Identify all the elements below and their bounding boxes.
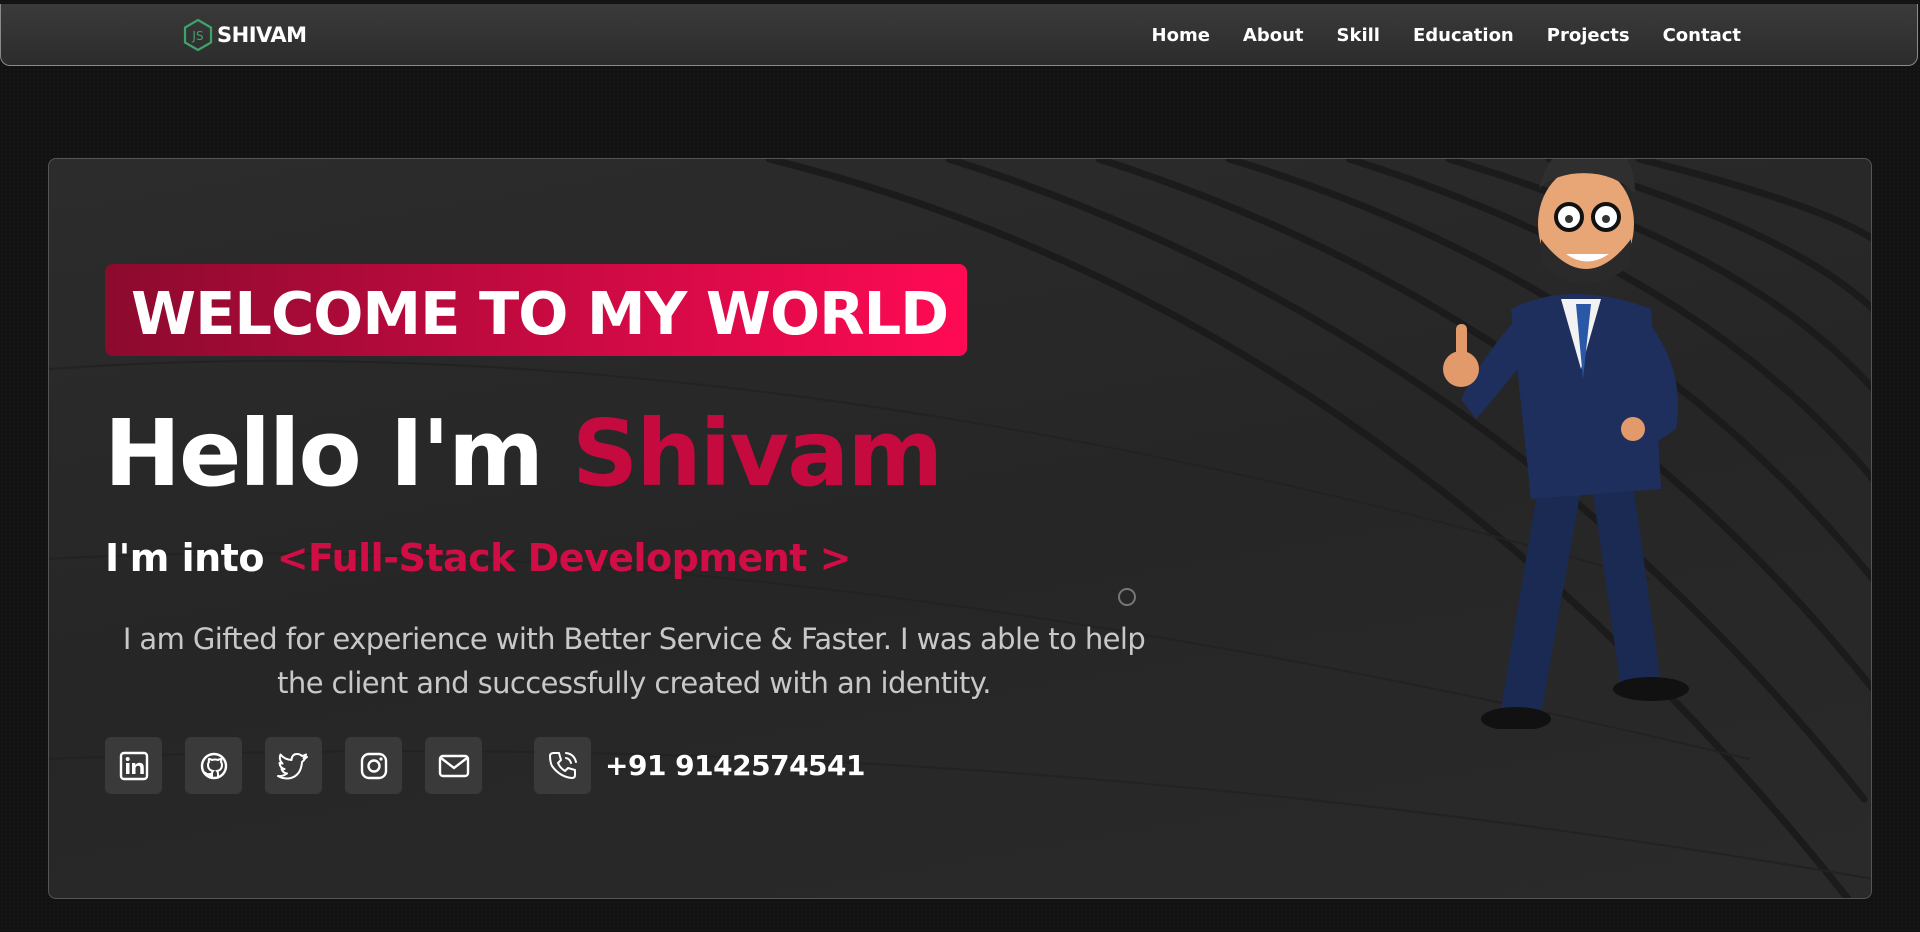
phone-number[interactable]: +91 9142574541 (605, 749, 866, 782)
nav-home[interactable]: Home (1152, 25, 1210, 46)
into-prefix: I'm into (105, 536, 277, 580)
role-line: I'm into <Full-Stack Development > (105, 536, 852, 580)
github-icon (200, 752, 227, 779)
phone-icon (548, 751, 577, 779)
svg-text:JS: JS (191, 29, 203, 43)
hero-description: I am Gifted for experience with Better S… (122, 622, 1146, 700)
role-text: <Full-Stack Development > (276, 536, 852, 580)
mail-button[interactable] (425, 737, 482, 794)
social-links (105, 737, 482, 794)
twitter-icon (276, 752, 308, 779)
nav-skill[interactable]: Skill (1337, 25, 1380, 46)
cursor-indicator (1118, 588, 1136, 606)
mail-icon (438, 754, 469, 777)
nav-education[interactable]: Education (1413, 25, 1514, 46)
nav-links: Home About Skill Education Projects Cont… (1152, 25, 1741, 46)
phone-button[interactable] (534, 737, 591, 794)
linkedin-icon (119, 751, 148, 780)
hello-prefix: Hello I'm (104, 400, 572, 507)
twitter-button[interactable] (265, 737, 322, 794)
nodejs-logo-icon: JS (183, 18, 213, 52)
instagram-icon (360, 752, 387, 779)
nav-projects[interactable]: Projects (1547, 25, 1630, 46)
nav-about[interactable]: About (1243, 25, 1304, 46)
instagram-button[interactable] (345, 737, 402, 794)
cartoon-businessman-illustration (1443, 159, 1689, 729)
nav-contact[interactable]: Contact (1663, 25, 1741, 46)
hello-name: Shivam (572, 400, 943, 507)
welcome-banner: WELCOME TO MY WORLD (105, 264, 967, 356)
hero-heading: Hello I'm Shivam (104, 400, 943, 507)
navbar: JS SHIVAM Home About Skill Education Pro… (0, 4, 1918, 66)
welcome-text: WELCOME TO MY WORLD (131, 279, 949, 348)
linkedin-button[interactable] (105, 737, 162, 794)
brand-name: SHIVAM (217, 23, 307, 47)
github-button[interactable] (185, 737, 242, 794)
brand[interactable]: JS SHIVAM (181, 18, 307, 52)
